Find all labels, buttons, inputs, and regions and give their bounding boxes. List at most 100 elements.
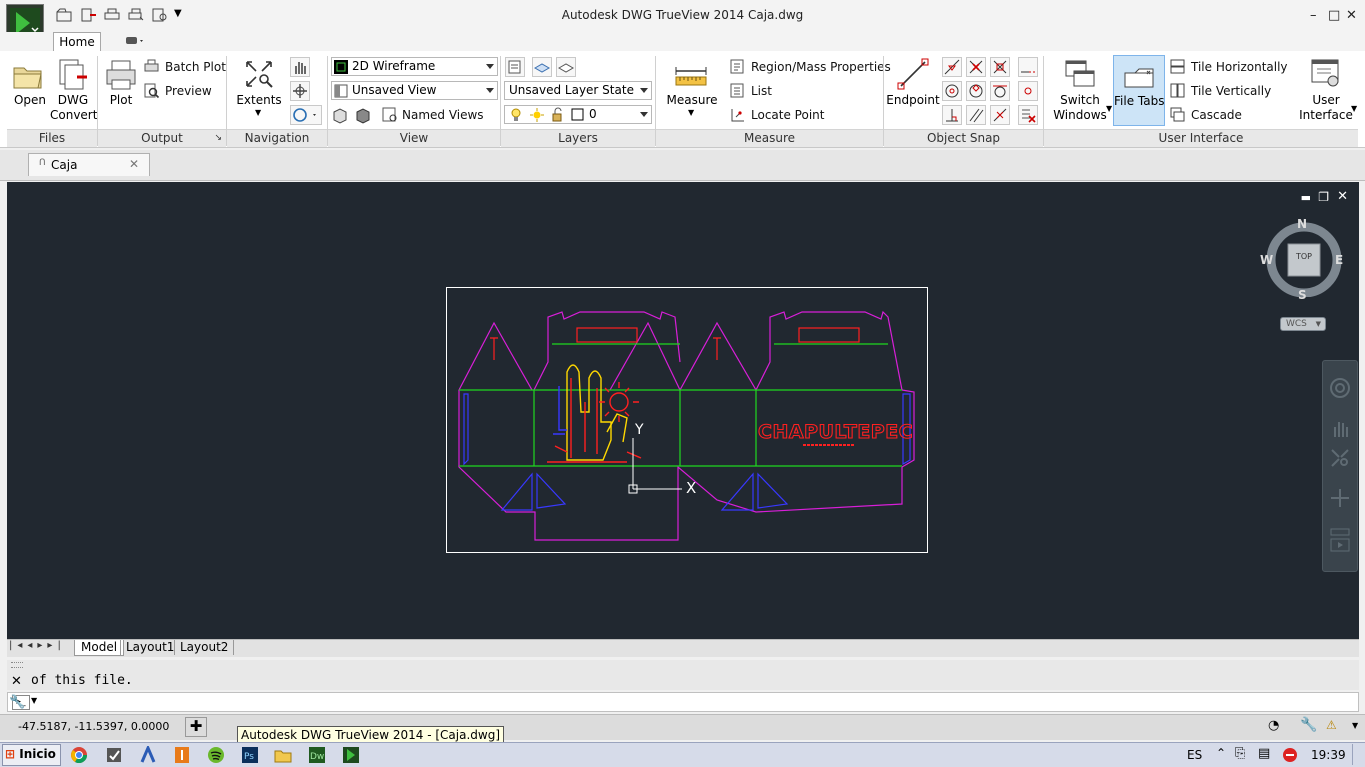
workspace-settings-icon[interactable]: 🔧: [1300, 717, 1317, 733]
endpoint-button[interactable]: Endpoint: [886, 93, 940, 108]
region-mass-properties-button[interactable]: Region/Mass Properties: [751, 60, 891, 74]
tray-security-icon[interactable]: [1282, 746, 1300, 763]
pan-nav-icon[interactable]: [1329, 417, 1351, 439]
snap-clear-button[interactable]: [1018, 105, 1038, 125]
wcs-menu[interactable]: WCS ▼: [1280, 317, 1326, 331]
cascade-button[interactable]: Cascade: [1191, 108, 1242, 122]
file-explorer-icon[interactable]: [274, 746, 292, 763]
zoom-extents-nav-icon[interactable]: [1329, 447, 1351, 469]
layout-tab-layout1[interactable]: Layout1: [120, 640, 179, 655]
user-interface-button[interactable]: User Interface: [1297, 93, 1355, 123]
extents-button[interactable]: Extents: [236, 93, 282, 108]
snap-quadrant-button[interactable]: [966, 81, 986, 101]
snap-midpoint-button[interactable]: [942, 57, 962, 77]
tray-device-icon[interactable]: ⎘: [1235, 746, 1245, 761]
snap-center-button[interactable]: [942, 81, 962, 101]
spotify-icon[interactable]: [207, 746, 225, 763]
panel-launcher-icon[interactable]: ↘: [214, 130, 222, 147]
snap-apparent-intersection-button[interactable]: [990, 57, 1010, 77]
locate-point-button[interactable]: Locate Point: [751, 108, 824, 122]
preview-button[interactable]: Preview: [165, 84, 212, 98]
switch-windows-button[interactable]: Switch Windows: [1052, 93, 1108, 123]
layer-properties-button[interactable]: [505, 57, 525, 77]
layer-state-dropdown[interactable]: Unsaved Layer State: [504, 81, 652, 100]
ribbon-minimize-toggle[interactable]: [124, 34, 146, 48]
current-layer-dropdown[interactable]: 0: [504, 105, 652, 124]
app-a-icon[interactable]: [139, 746, 157, 763]
viewcube[interactable]: TOP N S E W: [1260, 217, 1343, 302]
close-button[interactable]: ✕: [1346, 8, 1357, 23]
chrome-icon[interactable]: [70, 746, 88, 763]
snap-tangent-button[interactable]: [990, 81, 1010, 101]
svg-text:Dw: Dw: [310, 752, 324, 762]
3d-box-icon[interactable]: [331, 106, 349, 124]
steering-wheel-nav-icon[interactable]: [1329, 377, 1351, 399]
command-prompt-dropdown-icon[interactable]: ▼: [31, 696, 37, 705]
file-tabs-button[interactable]: File Tabs: [1113, 55, 1165, 126]
snap-intersection-button[interactable]: [966, 57, 986, 77]
warning-icon[interactable]: ⚠: [1326, 718, 1337, 732]
snap-nearest-button[interactable]: [990, 105, 1010, 125]
saved-view-dropdown[interactable]: Unsaved View: [331, 81, 498, 100]
photoshop-icon[interactable]: Ps: [241, 746, 259, 763]
status-menu-icon[interactable]: ▼: [1352, 721, 1358, 730]
tile-horizontally-button[interactable]: Tile Horizontally: [1191, 60, 1288, 74]
window-title: Autodesk DWG TrueView 2014 Caja.dwg: [561, 8, 804, 22]
dwg-trueview-taskbar-icon[interactable]: [342, 746, 360, 763]
tile-vertically-button[interactable]: Tile Vertically: [1191, 84, 1271, 98]
switch-windows-dropdown-icon[interactable]: ▼: [1106, 104, 1112, 113]
tray-network-icon[interactable]: ▤: [1258, 746, 1270, 761]
snap-toggle-icon[interactable]: ✚: [185, 717, 207, 737]
measure-button[interactable]: Measure: [666, 93, 718, 108]
layout-tab-layout2[interactable]: Layout2: [174, 640, 235, 655]
plot-button[interactable]: Plot: [102, 93, 140, 108]
visual-style-dropdown[interactable]: 2D Wireframe: [331, 57, 498, 76]
layout-tab-model[interactable]: Model: [74, 640, 125, 656]
restore-button[interactable]: □: [1328, 8, 1340, 23]
show-desktop-button[interactable]: [1352, 744, 1365, 765]
layer-unisolate-button[interactable]: [556, 57, 576, 77]
notepad-app-icon[interactable]: [105, 746, 123, 763]
command-grip-icon[interactable]: [11, 662, 23, 668]
drawing-canvas[interactable]: ▬ ❐ ✕ CHAPULTEPEC Y X TOP N S E W WCS ▼: [7, 182, 1359, 639]
orbit-nav-icon[interactable]: [1329, 487, 1351, 509]
named-views-button[interactable]: Named Views: [402, 108, 484, 122]
pan-button[interactable]: [290, 57, 310, 77]
batch-plot-button[interactable]: Batch Plot: [165, 60, 226, 74]
snap-perpendicular-button[interactable]: [942, 105, 962, 125]
annotation-monitor-icon[interactable]: ◔: [1268, 718, 1279, 733]
command-close-icon[interactable]: ✕: [11, 674, 22, 689]
viewcube-top-face[interactable]: TOP: [1265, 252, 1343, 261]
user-interface-dropdown-icon[interactable]: ▼: [1351, 104, 1357, 113]
command-input[interactable]: ▸_ ▼: [7, 692, 1359, 712]
orbit-button[interactable]: [290, 81, 310, 101]
extents-dropdown-icon[interactable]: ▼: [255, 108, 261, 117]
compass-north[interactable]: N: [1297, 217, 1307, 231]
tray-expand-icon[interactable]: ⌃: [1216, 746, 1226, 760]
file-tab-label: Caja: [51, 158, 78, 172]
layer-isolate-button[interactable]: [532, 57, 552, 77]
snap-parallel-button[interactable]: [966, 105, 986, 125]
dwg-convert-button[interactable]: DWG Convert: [50, 93, 97, 123]
file-tab-close-icon[interactable]: ✕: [129, 157, 139, 171]
compass-east[interactable]: E: [1335, 253, 1343, 267]
compass-west[interactable]: W: [1260, 253, 1273, 267]
illustrator-icon[interactable]: [173, 746, 191, 763]
tab-home[interactable]: Home: [53, 32, 101, 51]
language-indicator[interactable]: ES: [1187, 748, 1202, 762]
steering-wheel-button[interactable]: [290, 105, 322, 125]
file-tab-caja[interactable]: ᑎ Caja ✕: [28, 153, 150, 176]
snap-node-button[interactable]: [1018, 81, 1038, 101]
list-button[interactable]: List: [751, 84, 772, 98]
compass-south[interactable]: S: [1298, 288, 1307, 302]
start-button[interactable]: ⊞ Inicio: [2, 744, 61, 766]
layout-nav-arrows-icon[interactable]: |◂◂▸▸|: [9, 640, 66, 651]
dreamweaver-icon[interactable]: Dw: [308, 746, 326, 763]
snap-extension-button[interactable]: [1018, 57, 1038, 77]
minimize-button[interactable]: –: [1310, 8, 1317, 23]
3d-shaded-box-icon[interactable]: [354, 106, 372, 124]
open-button[interactable]: Open: [12, 93, 48, 108]
customize-wrench-icon[interactable]: 🔧: [9, 695, 25, 710]
measure-dropdown-icon[interactable]: ▼: [688, 108, 694, 117]
showmotion-nav-icon[interactable]: [1329, 527, 1351, 553]
